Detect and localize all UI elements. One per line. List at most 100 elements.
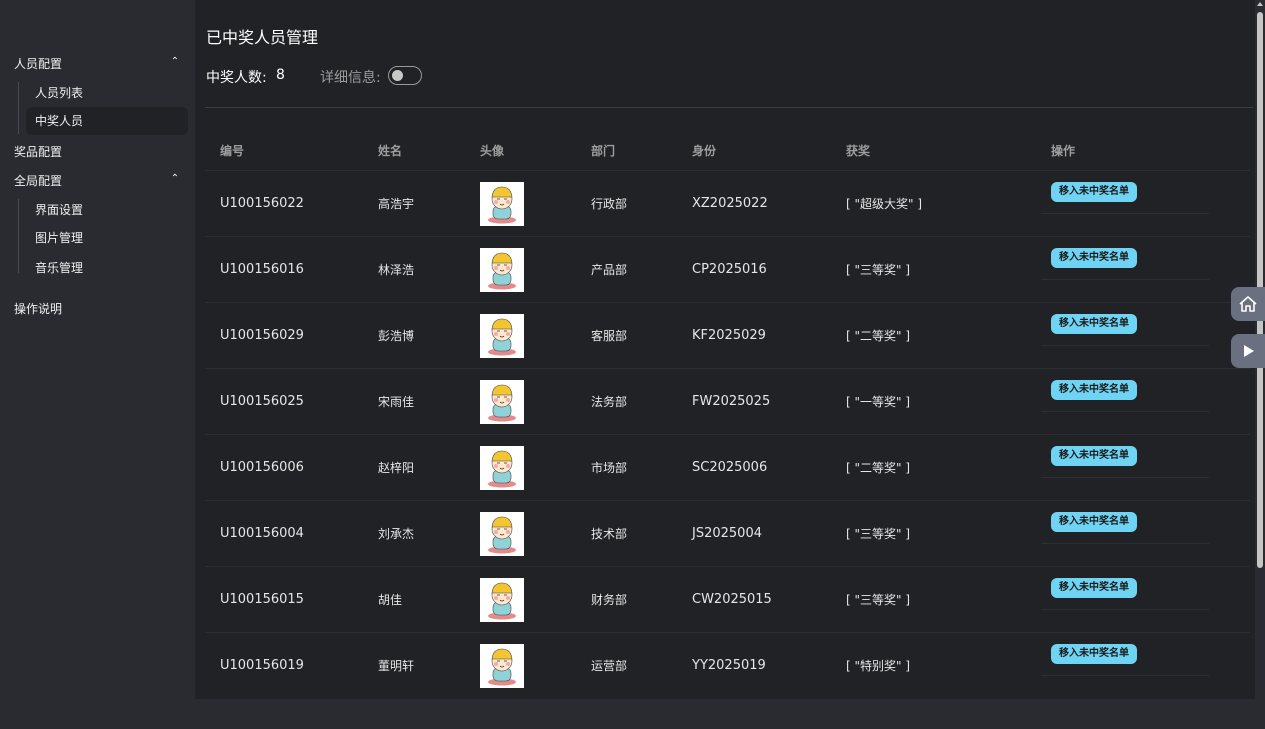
- cell-prize: [ "特别奖" ]: [846, 659, 911, 673]
- cell-dept: 法务部: [591, 395, 628, 409]
- cell-prize: [ "一等奖" ]: [846, 395, 911, 409]
- column-header-id: 编号: [220, 144, 245, 158]
- cell-id: U100156016: [220, 262, 304, 277]
- action-underline: [1041, 411, 1209, 412]
- action-underline: [1041, 279, 1209, 280]
- cell-prize: [ "二等奖" ]: [846, 461, 911, 475]
- toggle-knob: [392, 70, 403, 81]
- action-underline: [1041, 477, 1209, 478]
- detail-toggle[interactable]: [388, 66, 422, 85]
- avatar: [480, 512, 524, 556]
- cell-dept: 客服部: [591, 329, 628, 343]
- cell-id: U100156006: [220, 460, 304, 475]
- cell-dept: 行政部: [591, 197, 628, 211]
- cell-identity: XZ2025022: [692, 196, 768, 211]
- cell-name: 彭浩博: [378, 329, 415, 343]
- sidebar-item-ui-settings[interactable]: 界面设置: [26, 196, 188, 224]
- cell-name: 董明轩: [378, 659, 415, 673]
- cell-identity: CP2025016: [692, 262, 767, 277]
- column-header-avatar: 头像: [480, 144, 505, 158]
- cell-identity: CW2025015: [692, 592, 772, 607]
- move-to-not-won-button[interactable]: 移入未中奖名单: [1051, 446, 1137, 466]
- action-underline: [1041, 213, 1209, 214]
- cell-prize: [ "三等奖" ]: [846, 263, 911, 277]
- submenu-line: [18, 199, 19, 273]
- submenu-line: [18, 82, 19, 134]
- cell-id: U100156025: [220, 394, 304, 409]
- avatar: [480, 182, 524, 226]
- cell-prize: [ "三等奖" ]: [846, 593, 911, 607]
- avatar: [480, 578, 524, 622]
- main-panel: 已中奖人员管理 中奖人数: 8 详细信息: 编号 姓名 头像 部门 身份 获奖 …: [195, 0, 1255, 699]
- move-to-not-won-button[interactable]: 移入未中奖名单: [1051, 314, 1137, 334]
- cell-id: U100156019: [220, 658, 304, 673]
- cell-prize: [ "二等奖" ]: [846, 329, 911, 343]
- sidebar-item-people-list[interactable]: 人员列表: [26, 79, 188, 107]
- avatar: [480, 446, 524, 490]
- action-underline: [1041, 609, 1209, 610]
- scroll-up-arrow-icon[interactable]: [1257, 2, 1263, 6]
- chevron-up-icon[interactable]: ⌃: [170, 56, 180, 67]
- cell-name: 林泽浩: [378, 263, 415, 277]
- cell-dept: 市场部: [591, 461, 628, 475]
- cell-id: U100156022: [220, 196, 304, 211]
- cell-name: 宋雨佳: [378, 395, 415, 409]
- detail-toggle-label: 详细信息:: [320, 70, 381, 86]
- home-button[interactable]: [1231, 287, 1265, 321]
- column-header-prize: 获奖: [846, 144, 871, 158]
- chevron-up-icon[interactable]: ⌃: [170, 173, 180, 184]
- avatar: [480, 380, 524, 424]
- table-row: U100156015 胡佳 财务部 CW2025015 [ "三等奖" ] 移入未中奖名单: [205, 566, 1250, 633]
- table-row: U100156004 刘承杰 技术部 JS2025004 [ "三等奖" ] 移入未中奖名…: [205, 500, 1250, 567]
- move-to-not-won-button[interactable]: 移入未中奖名单: [1051, 380, 1137, 400]
- table-row: U100156025 宋雨佳 法务部 FW2025025 [ "一等奖" ] 移入未中奖名…: [205, 368, 1250, 435]
- table-row: U100156016 林泽浩 产品部 CP2025016 [ "三等奖" ] 移入未中奖名…: [205, 236, 1250, 303]
- cell-name: 胡佳: [378, 593, 403, 607]
- cell-dept: 财务部: [591, 593, 628, 607]
- cell-name: 刘承杰: [378, 527, 415, 541]
- move-to-not-won-button[interactable]: 移入未中奖名单: [1051, 182, 1137, 202]
- column-header-identity: 身份: [692, 144, 717, 158]
- move-to-not-won-button[interactable]: 移入未中奖名单: [1051, 578, 1137, 598]
- cell-id: U100156015: [220, 592, 304, 607]
- page-title: 已中奖人员管理: [206, 28, 319, 47]
- column-header-dept: 部门: [591, 144, 616, 158]
- sidebar-item-image-manage[interactable]: 图片管理: [26, 224, 188, 252]
- nav-group-prize-config[interactable]: 奖品配置: [14, 143, 62, 160]
- sidebar: 人员配置 ⌃ 人员列表 中奖人员 奖品配置 全局配置 ⌃ 界面设置 图片管理 音…: [0, 0, 195, 729]
- cell-name: 高浩宇: [378, 197, 415, 211]
- nav-group-global-config[interactable]: 全局配置: [14, 172, 62, 189]
- sidebar-item-music-manage[interactable]: 音乐管理: [26, 254, 188, 282]
- table-row: U100156006 赵梓阳 市场部 SC2025006 [ "二等奖" ] 移入未中奖名…: [205, 434, 1250, 501]
- move-to-not-won-button[interactable]: 移入未中奖名单: [1051, 512, 1137, 532]
- action-underline: [1041, 675, 1209, 676]
- cell-id: U100156029: [220, 328, 304, 343]
- divider: [205, 107, 1253, 108]
- avatar: [480, 314, 524, 358]
- action-underline: [1041, 543, 1209, 544]
- column-header-action: 操作: [1051, 144, 1076, 158]
- cell-identity: FW2025025: [692, 394, 771, 409]
- table-row: U100156029 彭浩博 客服部 KF2025029 [ "二等奖" ] 移入未中奖名…: [205, 302, 1250, 369]
- play-icon: [1244, 345, 1254, 357]
- table-row: U100156019 董明轩 运营部 YY2025019 [ "特别奖" ] 移入未中奖名…: [205, 632, 1250, 699]
- move-to-not-won-button[interactable]: 移入未中奖名单: [1051, 644, 1137, 664]
- winner-count-value: 8: [276, 67, 285, 83]
- action-underline: [1041, 345, 1209, 346]
- avatar: [480, 248, 524, 292]
- cell-identity: YY2025019: [692, 658, 766, 673]
- cell-dept: 运营部: [591, 659, 628, 673]
- cell-dept: 产品部: [591, 263, 628, 277]
- cell-id: U100156004: [220, 526, 304, 541]
- cell-identity: SC2025006: [692, 460, 768, 475]
- avatar: [480, 644, 524, 688]
- sidebar-item-winners[interactable]: 中奖人员: [26, 107, 188, 135]
- cell-dept: 技术部: [591, 527, 628, 541]
- play-button[interactable]: [1231, 334, 1265, 368]
- cell-prize: [ "三等奖" ]: [846, 527, 911, 541]
- move-to-not-won-button[interactable]: 移入未中奖名单: [1051, 248, 1137, 268]
- nav-group-people-config[interactable]: 人员配置: [14, 55, 62, 72]
- nav-group-instructions[interactable]: 操作说明: [14, 300, 62, 317]
- column-header-name: 姓名: [378, 144, 403, 158]
- cell-prize: [ "超级大奖" ]: [846, 197, 923, 211]
